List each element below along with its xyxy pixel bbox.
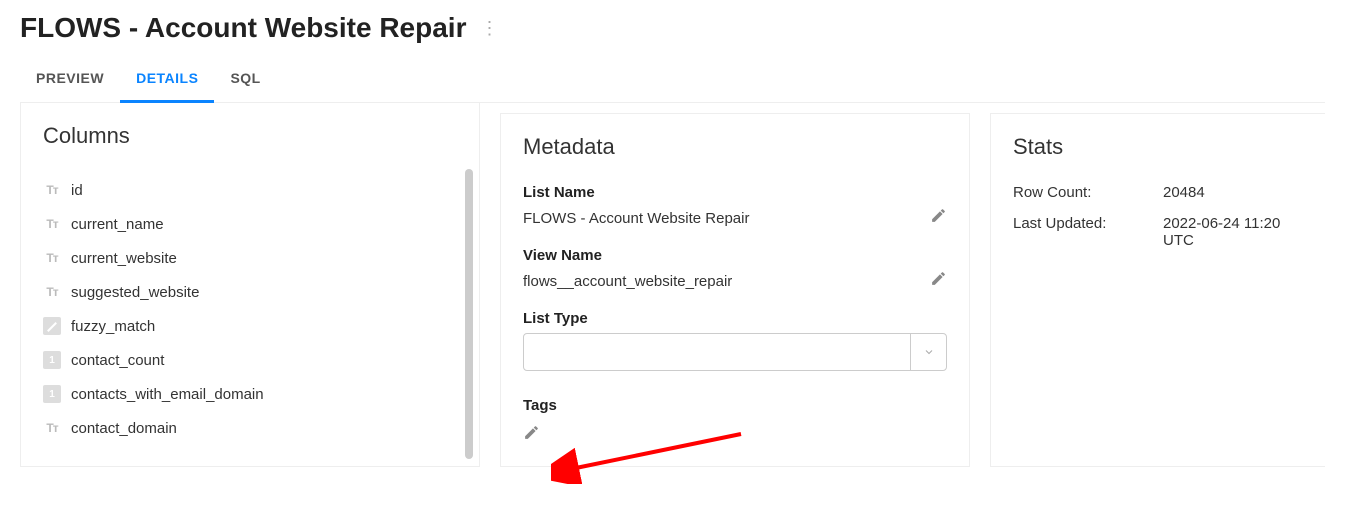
columns-heading: Columns (43, 123, 457, 149)
text-type-icon: Tᴛ (43, 181, 61, 199)
scrollbar[interactable] (465, 169, 473, 459)
tab-sql[interactable]: SQL (214, 60, 276, 103)
column-name: current_website (71, 250, 177, 267)
last-updated-label: Last Updated: (1013, 215, 1163, 249)
list-type-select[interactable] (523, 333, 947, 371)
stats-panel: Stats Row Count: 20484 Last Updated: 202… (990, 113, 1325, 467)
column-name: id (71, 182, 83, 199)
column-name: contact_domain (71, 420, 177, 437)
column-item[interactable]: Tᴛ suggested_website (43, 275, 457, 309)
column-name: suggested_website (71, 284, 199, 301)
column-item[interactable]: Tᴛ id (43, 173, 457, 207)
column-name: current_name (71, 216, 164, 233)
metadata-panel: Metadata List Name FLOWS - Account Websi… (500, 113, 970, 467)
stats-heading: Stats (1013, 134, 1303, 160)
column-name: fuzzy_match (71, 318, 155, 335)
view-name-label: View Name (523, 247, 947, 264)
edit-view-name-icon[interactable] (930, 270, 947, 292)
text-type-icon: Tᴛ (43, 419, 61, 437)
text-type-icon: Tᴛ (43, 215, 61, 233)
column-name: contacts_with_email_domain (71, 386, 264, 403)
column-item[interactable]: 1 contact_count (43, 343, 457, 377)
tab-details[interactable]: DETAILS (120, 60, 214, 103)
list-name-label: List Name (523, 184, 947, 201)
column-item[interactable]: 1 contacts_with_email_domain (43, 377, 457, 411)
columns-panel: Columns Tᴛ id Tᴛ current_name Tᴛ current… (20, 103, 480, 467)
edit-tags-icon[interactable] (523, 428, 540, 445)
column-item[interactable]: Tᴛ contact_domain (43, 411, 457, 445)
tab-preview[interactable]: PREVIEW (20, 60, 120, 103)
view-name-value: flows__account_website_repair (523, 273, 732, 290)
columns-list: Tᴛ id Tᴛ current_name Tᴛ current_website… (43, 173, 457, 445)
row-count-label: Row Count: (1013, 184, 1163, 201)
column-name: contact_count (71, 352, 164, 369)
text-type-icon: Tᴛ (43, 283, 61, 301)
list-type-value (524, 334, 910, 370)
list-name-value: FLOWS - Account Website Repair (523, 210, 749, 227)
row-count-value: 20484 (1163, 184, 1303, 201)
edit-list-name-icon[interactable] (930, 207, 947, 229)
text-type-icon: Tᴛ (43, 249, 61, 267)
more-options-icon[interactable]: ⋮ (476, 15, 502, 41)
tags-label: Tags (523, 397, 947, 414)
column-item[interactable]: Tᴛ current_website (43, 241, 457, 275)
page-title: FLOWS - Account Website Repair (20, 12, 466, 44)
fuzzy-type-icon (43, 317, 61, 335)
metadata-heading: Metadata (523, 134, 947, 160)
number-type-icon: 1 (43, 385, 61, 403)
chevron-down-icon (910, 334, 946, 370)
column-item[interactable]: fuzzy_match (43, 309, 457, 343)
number-type-icon: 1 (43, 351, 61, 369)
last-updated-value: 2022-06-24 11:20 UTC (1163, 215, 1303, 249)
list-type-label: List Type (523, 310, 947, 327)
tabs: PREVIEW DETAILS SQL (20, 60, 1325, 103)
column-item[interactable]: Tᴛ current_name (43, 207, 457, 241)
